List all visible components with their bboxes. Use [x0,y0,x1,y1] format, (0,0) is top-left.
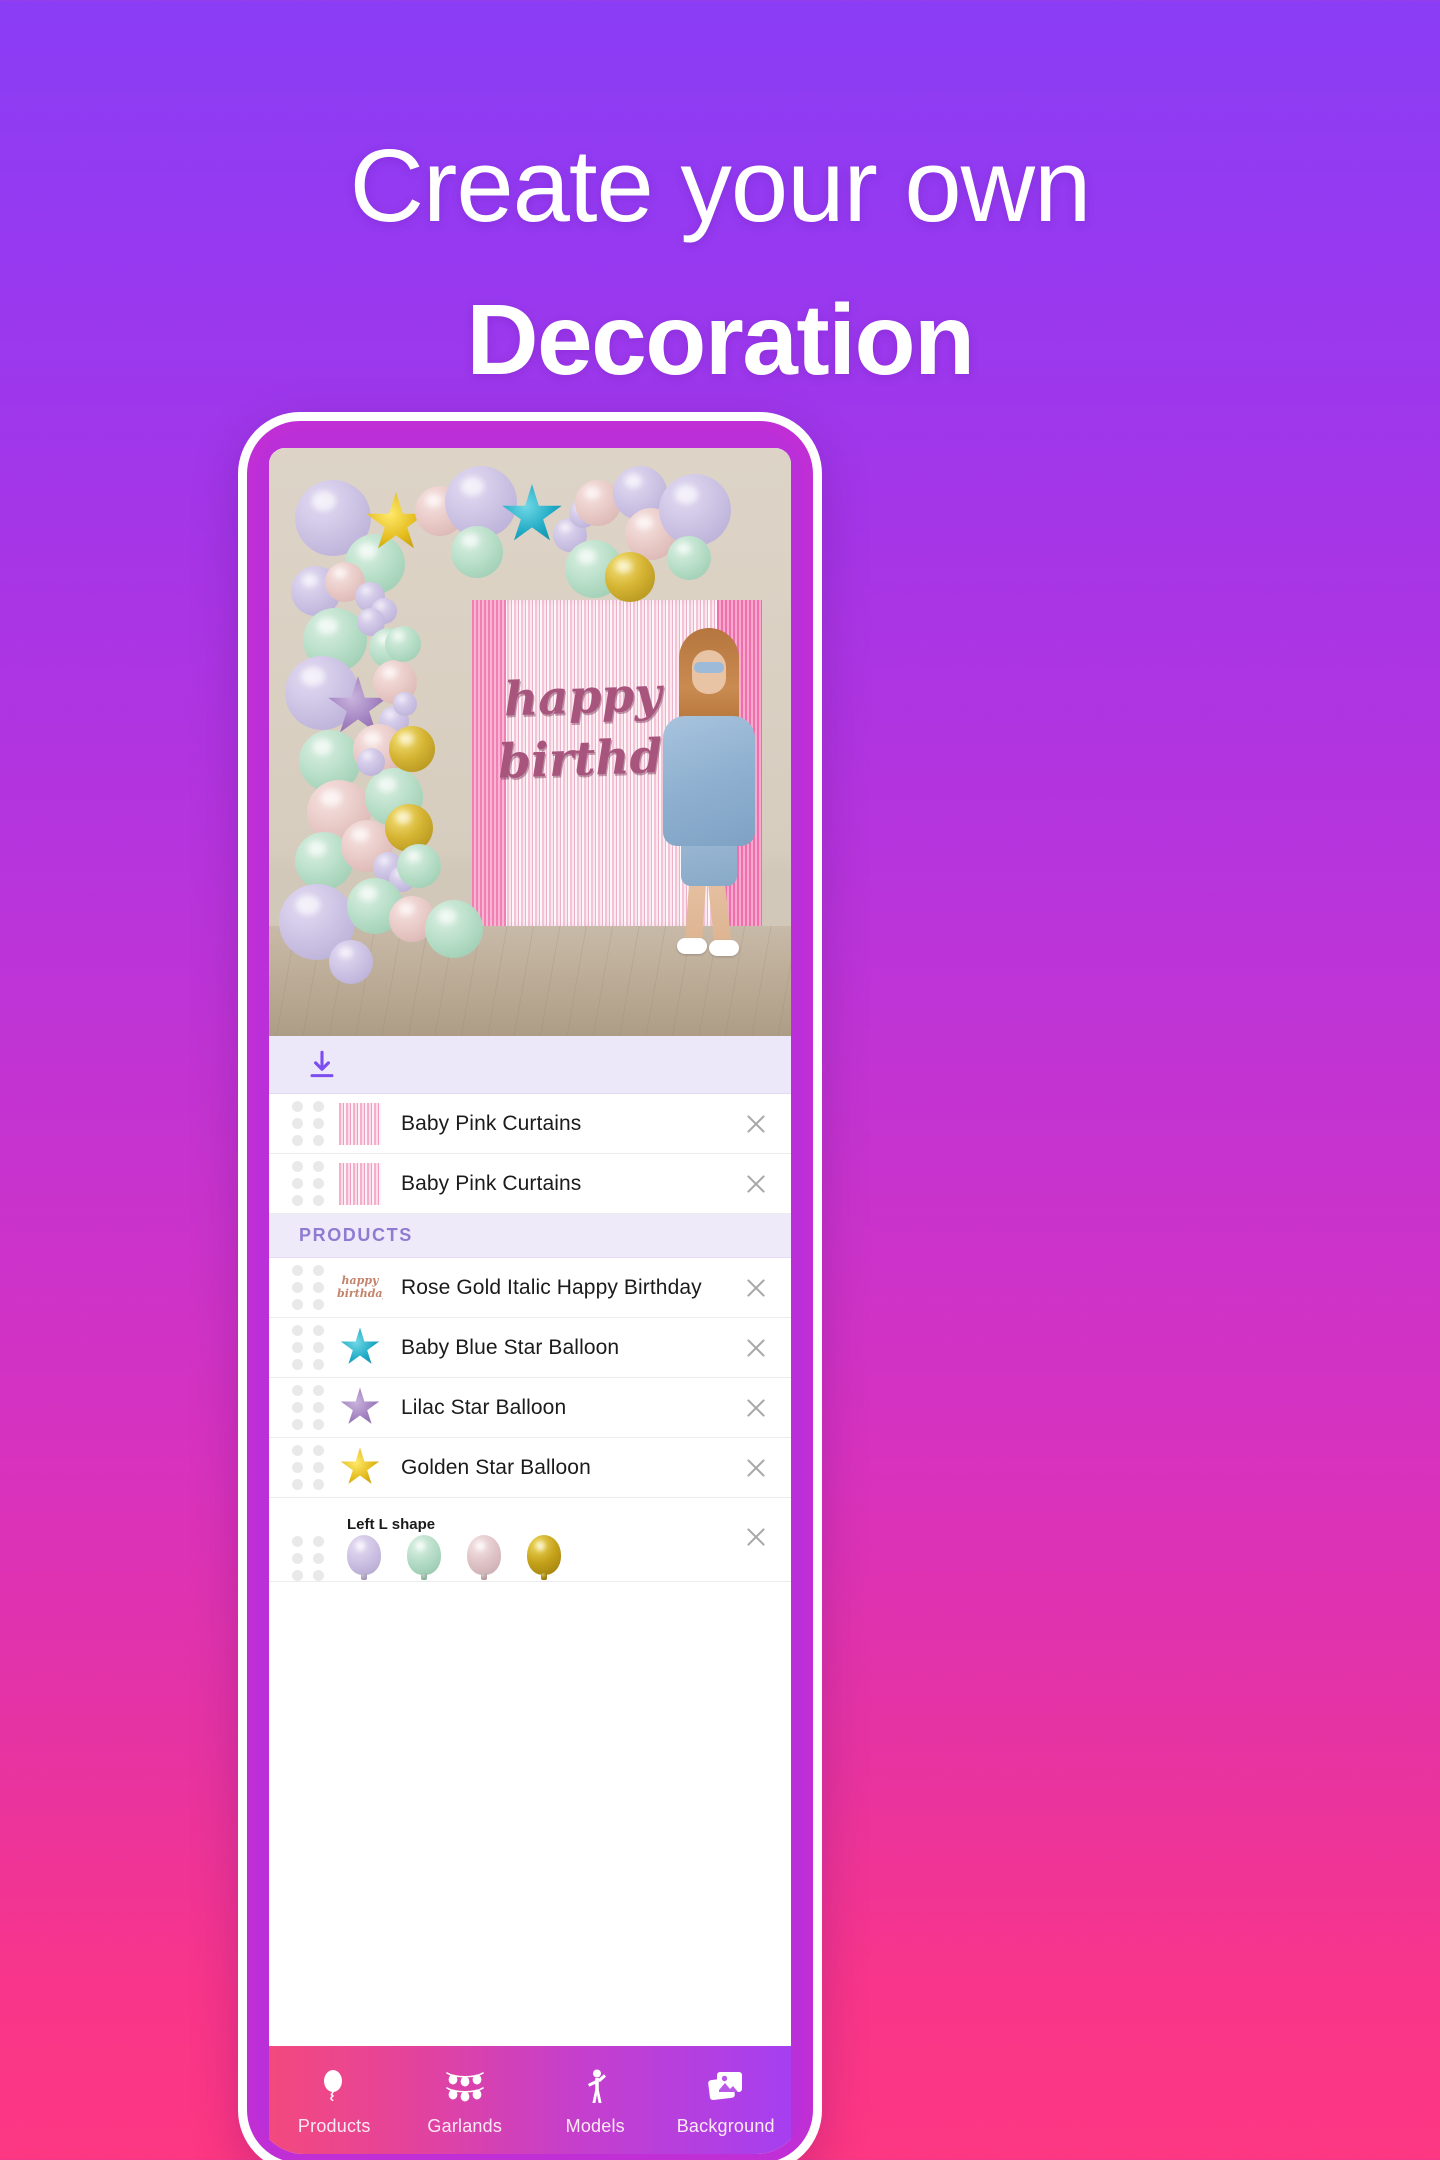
arch-balloon[interactable] [659,474,731,546]
drag-handle-icon[interactable] [287,1535,329,1581]
arch-balloon[interactable] [389,726,435,772]
golden-star-balloon-icon [337,1445,383,1491]
tab-label: Products [297,2115,371,2136]
tab-label: Background [676,2115,775,2136]
remove-item-button[interactable] [721,1275,791,1301]
table-row[interactable]: Baby Pink Curtains [269,1094,791,1154]
person-icon [580,2064,610,2108]
model-shoe-left [677,938,707,954]
drag-handle-icon[interactable] [287,1385,329,1430]
tab-label: Models [565,2115,625,2136]
drag-handle-icon[interactable] [287,1445,329,1490]
gold-balloon[interactable] [527,1535,561,1575]
curtain-thumb-icon [337,1101,383,1147]
list-item-label: Lilac Star Balloon [401,1395,567,1419]
arch-balloon[interactable] [385,626,421,662]
section-header-label: PRODUCTS [299,1225,413,1245]
lilac-balloon[interactable] [347,1535,381,1575]
combo-title: Left L shape [347,1516,436,1533]
tab-models[interactable]: Models [530,2064,661,2137]
list-item-label: Baby Pink Curtains [401,1171,582,1195]
download-toolbar [269,1036,791,1094]
phone-mockup: happy birthday Baby Pink Curtains Baby P… [238,412,822,2160]
drag-handle-icon[interactable] [287,1161,329,1206]
arch-balloon[interactable] [605,552,655,602]
download-icon[interactable] [305,1048,339,1082]
decoration-canvas[interactable]: happy birthday [269,448,791,1036]
arch-balloon[interactable] [397,844,441,888]
promo-headline: Create your own Decoration [0,128,1440,396]
model-sunglasses-icon [694,662,724,673]
combo-body: Left L shape [337,1516,721,1575]
arch-balloon[interactable] [451,526,503,578]
headline-line-2: Decoration [466,284,975,396]
lilac-star-balloon-icon [337,1385,383,1431]
dusty-pink-balloon[interactable] [467,1535,501,1575]
drag-handle-icon[interactable] [287,1265,329,1310]
model-leg-left [684,877,707,947]
headline-line-1: Create your own [349,128,1092,243]
drag-handle-icon[interactable] [287,1101,329,1146]
balloon-icon [320,2064,348,2108]
list-item-label: Baby Blue Star Balloon [401,1335,620,1359]
table-row[interactable]: Golden Star Balloon [269,1438,791,1498]
image-icon [707,2064,744,2108]
thumb-hb-line-1: happy [341,1273,379,1287]
arch-balloon[interactable] [393,692,417,716]
happy-birthday-thumb-icon: happy birthday [337,1265,383,1311]
section-header-products: PRODUCTS [269,1214,791,1258]
decoration-item-list[interactable]: Baby Pink Curtains Baby Pink Curtains PR… [269,1094,791,2046]
table-row-combo[interactable]: Left L shape [269,1498,791,1582]
model-leg-right [707,877,732,947]
arch-balloon[interactable] [357,748,385,776]
tab-garlands[interactable]: Garlands [400,2064,531,2137]
list-item-label: Rose Gold Italic Happy Birthday [401,1275,702,1299]
tab-products[interactable]: Products [269,2064,400,2137]
arch-balloon[interactable] [425,900,483,958]
garland-icon [445,2064,485,2108]
remove-item-button[interactable] [721,1335,791,1361]
table-row[interactable]: Baby Pink Curtains [269,1154,791,1214]
remove-item-button[interactable] [721,1111,791,1137]
phone-bezel: happy birthday Baby Pink Curtains Baby P… [256,430,804,2154]
app-screen: happy birthday Baby Pink Curtains Baby P… [269,448,791,2154]
tab-background[interactable]: Background [661,2064,792,2137]
thumb-hb-line-2: birthday [337,1286,383,1300]
blue-star-balloon-icon [337,1325,383,1371]
mint-balloon[interactable] [407,1535,441,1575]
arch-balloon[interactable] [329,940,373,984]
list-item-label: Baby Pink Curtains [401,1111,582,1135]
table-row[interactable]: Baby Blue Star Balloon [269,1318,791,1378]
list-item-label: Golden Star Balloon [401,1455,591,1479]
combo-balloon-swatches [337,1535,721,1575]
model-figure[interactable] [649,628,769,958]
bottom-navigation: Products Garlands Models Background [269,2046,791,2154]
curtain-thumb-icon [337,1161,383,1207]
model-shoe-right [709,940,739,956]
model-jacket [663,716,755,846]
table-row[interactable]: Lilac Star Balloon [269,1378,791,1438]
remove-item-button[interactable] [721,1171,791,1197]
remove-item-button[interactable] [721,1524,791,1550]
table-row[interactable]: happy birthday Rose Gold Italic Happy Bi… [269,1258,791,1318]
drag-handle-icon[interactable] [287,1325,329,1370]
backdrop-curtain-left-pink [472,600,506,926]
arch-balloon[interactable] [667,536,711,580]
remove-item-button[interactable] [721,1455,791,1481]
remove-item-button[interactable] [721,1395,791,1421]
tab-label: Garlands [427,2115,503,2136]
